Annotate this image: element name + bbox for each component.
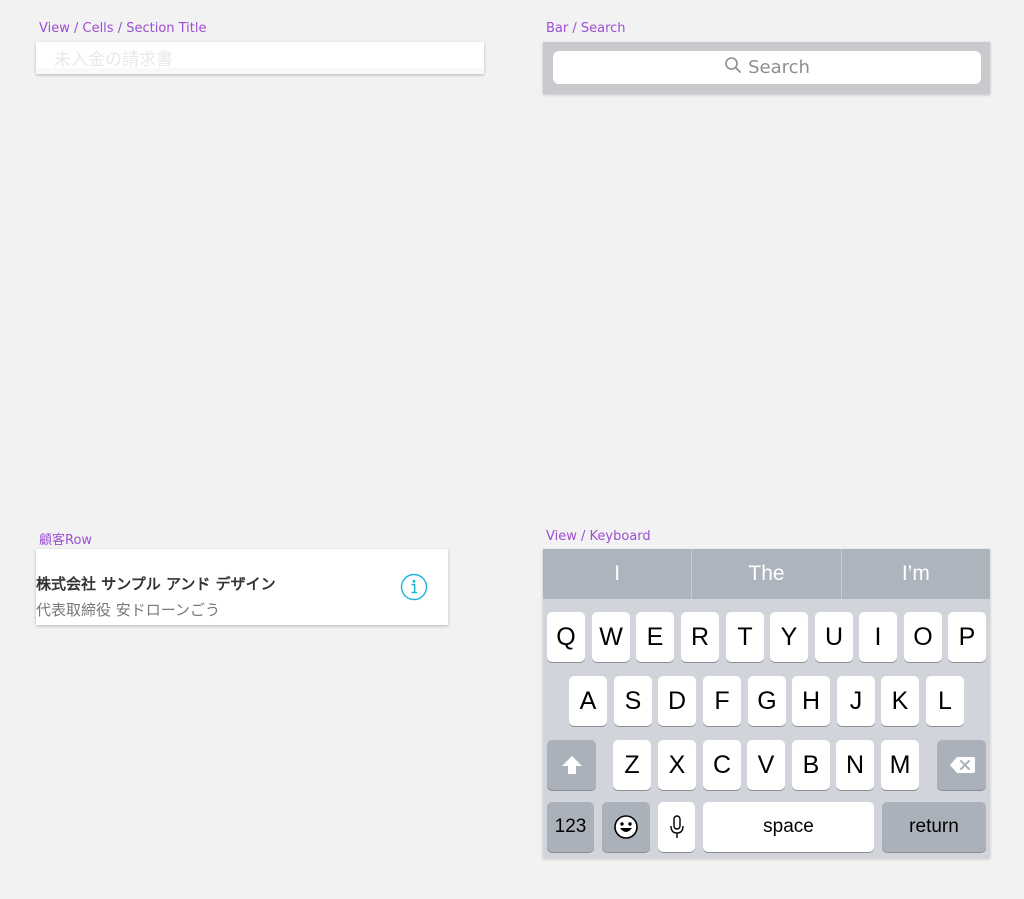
customer-row[interactable]: 株式会社 サンプル アンド デザイン 代表取締役 安ドローンごう bbox=[36, 549, 448, 625]
search-input[interactable]: Search bbox=[553, 51, 981, 84]
key-f[interactable]: F bbox=[703, 676, 741, 726]
emoji-icon bbox=[613, 814, 639, 840]
key-d[interactable]: D bbox=[658, 676, 696, 726]
key-l[interactable]: L bbox=[926, 676, 964, 726]
key-c[interactable]: C bbox=[703, 740, 741, 790]
key-x[interactable]: X bbox=[658, 740, 696, 790]
key-w[interactable]: W bbox=[592, 612, 630, 662]
key-j[interactable]: J bbox=[837, 676, 875, 726]
key-u[interactable]: U bbox=[815, 612, 853, 662]
key-t[interactable]: T bbox=[726, 612, 764, 662]
space-key[interactable]: space bbox=[703, 802, 874, 852]
key-s[interactable]: S bbox=[614, 676, 652, 726]
suggestion-item[interactable]: The bbox=[692, 549, 842, 599]
keyboard: I The I’m Q W E R T Y U I O P A S D F G … bbox=[543, 549, 990, 858]
key-q[interactable]: Q bbox=[547, 612, 585, 662]
key-n[interactable]: N bbox=[836, 740, 874, 790]
search-bar: Search bbox=[543, 42, 990, 94]
key-b[interactable]: B bbox=[792, 740, 830, 790]
search-icon bbox=[724, 56, 742, 79]
microphone-key[interactable] bbox=[658, 802, 695, 852]
artboard-label-customer-row: 顧客Row bbox=[39, 533, 93, 548]
suggestion-item[interactable]: I’m bbox=[842, 549, 990, 599]
info-icon[interactable] bbox=[400, 573, 428, 601]
section-title-cell: 未入金の請求書 bbox=[36, 42, 484, 74]
search-placeholder: Search bbox=[748, 57, 810, 78]
artboard-label-section-title: View / Cells / Section Title bbox=[39, 21, 207, 36]
predictive-bar: I The I’m bbox=[543, 549, 990, 599]
key-z[interactable]: Z bbox=[613, 740, 651, 790]
key-p[interactable]: P bbox=[948, 612, 986, 662]
numbers-key[interactable]: 123 bbox=[547, 802, 594, 852]
key-o[interactable]: O bbox=[904, 612, 942, 662]
contact-name: 代表取締役 安ドローンごう bbox=[36, 601, 221, 619]
shift-icon bbox=[560, 754, 584, 776]
section-title: 未入金の請求書 bbox=[54, 50, 173, 70]
key-h[interactable]: H bbox=[792, 676, 830, 726]
key-g[interactable]: G bbox=[748, 676, 786, 726]
artboard-label-search: Bar / Search bbox=[546, 21, 626, 36]
artboard-label-keyboard: View / Keyboard bbox=[546, 529, 651, 544]
company-name: 株式会社 サンプル アンド デザイン bbox=[36, 575, 276, 593]
key-m[interactable]: M bbox=[881, 740, 919, 790]
key-i[interactable]: I bbox=[859, 612, 897, 662]
microphone-icon bbox=[669, 814, 685, 840]
return-key[interactable]: return bbox=[882, 802, 986, 852]
delete-icon bbox=[948, 755, 976, 775]
key-k[interactable]: K bbox=[881, 676, 919, 726]
key-a[interactable]: A bbox=[569, 676, 607, 726]
emoji-key[interactable] bbox=[602, 802, 650, 852]
key-r[interactable]: R bbox=[681, 612, 719, 662]
key-y[interactable]: Y bbox=[770, 612, 808, 662]
shift-key[interactable] bbox=[547, 740, 596, 790]
key-e[interactable]: E bbox=[636, 612, 674, 662]
key-v[interactable]: V bbox=[747, 740, 785, 790]
delete-key[interactable] bbox=[937, 740, 986, 790]
suggestion-item[interactable]: I bbox=[543, 549, 693, 599]
